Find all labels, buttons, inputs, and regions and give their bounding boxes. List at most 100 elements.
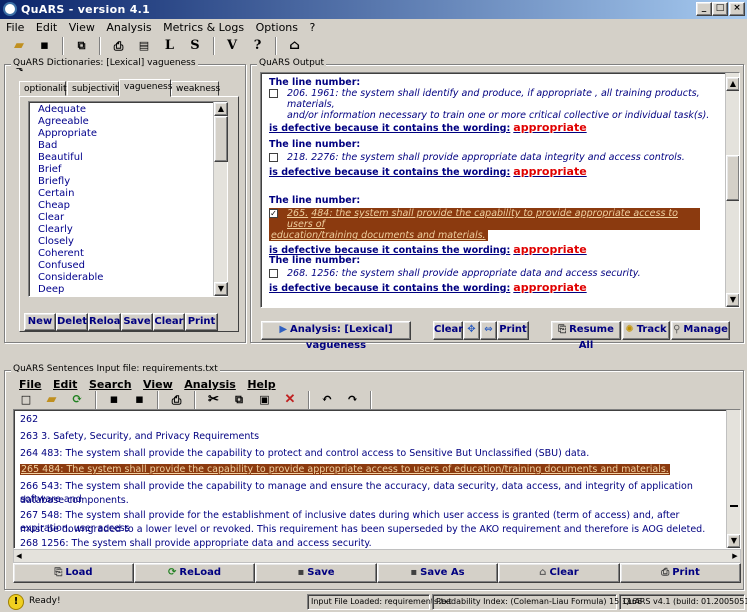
- defect-sentence[interactable]: ✓ 265. 484: the system shall provide the …: [269, 208, 700, 230]
- defect-sentence[interactable]: 218. 2276: the system shall provide appr…: [269, 152, 714, 163]
- view-button[interactable]: V: [221, 36, 243, 56]
- output-scrollbar[interactable]: ▲ ▼: [725, 73, 739, 307]
- output-clear-button[interactable]: Clear: [433, 321, 463, 340]
- tab-optionality[interactable]: optionality: [19, 81, 72, 96]
- dictionary-item[interactable]: Considerable: [29, 272, 213, 284]
- dictionary-item[interactable]: Confused: [29, 260, 213, 272]
- dictionary-item[interactable]: Deep: [29, 284, 213, 296]
- tab-vagueness[interactable]: vagueness: [119, 79, 172, 97]
- new-file-icon[interactable]: □: [15, 390, 37, 410]
- sentence-line[interactable]: database components.: [20, 494, 728, 507]
- sentences-menu-analysis[interactable]: Analysis: [180, 376, 240, 391]
- sentences-scrollbar[interactable]: ▼: [726, 410, 740, 548]
- sentence-line[interactable]: 268 1256: The system shall provide appro…: [20, 537, 728, 548]
- save-icon[interactable]: ▪: [34, 36, 56, 56]
- minimize-button[interactable]: _: [696, 2, 712, 16]
- help-button[interactable]: ?: [247, 36, 269, 56]
- dictionary-list[interactable]: Adequate Agreeable Appropriate Bad Beautiful…: [28, 101, 228, 297]
- reload-file-button[interactable]: ⟳ ReLoad: [134, 563, 255, 583]
- menu-analysis[interactable]: Analysis: [102, 19, 155, 34]
- reload-button[interactable]: Reload: [88, 313, 128, 331]
- horizontal-scrollbar[interactable]: ◀ ▶: [13, 549, 741, 563]
- output-print-button[interactable]: Print: [497, 321, 529, 340]
- save-as-button[interactable]: ▪ Save As: [377, 563, 498, 583]
- save-as-icon[interactable]: ▪: [129, 390, 151, 410]
- undo-icon[interactable]: ↶: [316, 390, 338, 410]
- entry-checkbox[interactable]: [269, 153, 278, 162]
- maximize-button[interactable]: □: [712, 2, 728, 16]
- defect-sentence[interactable]: 206. 1961: the system shall identify and…: [269, 88, 714, 110]
- print-dictionary-button[interactable]: Print: [185, 313, 218, 331]
- sentences-menu-edit[interactable]: Edit: [49, 376, 81, 391]
- delete-icon[interactable]: ✕: [279, 390, 301, 410]
- clear-dictionary-button[interactable]: Clear: [153, 313, 185, 331]
- print-file-button[interactable]: ⎙ Print: [620, 563, 741, 583]
- menu-metrics-logs[interactable]: Metrics & Logs: [159, 19, 248, 34]
- dictionary-item[interactable]: Adequate: [29, 104, 213, 116]
- sentences-menu-file[interactable]: File: [15, 376, 46, 391]
- tab-weakness[interactable]: weakness: [171, 81, 220, 96]
- print-icon[interactable]: ⎙: [108, 36, 130, 56]
- menu-options[interactable]: Options: [252, 19, 302, 34]
- line-icon[interactable]: ⇔: [480, 321, 497, 340]
- menu-file[interactable]: File: [2, 19, 28, 34]
- document-icon[interactable]: ▤: [133, 36, 155, 56]
- tab-subjectivity[interactable]: subjectivity: [67, 81, 124, 96]
- sentences-menu-help[interactable]: Help: [243, 376, 279, 391]
- lexical-button[interactable]: L: [159, 36, 181, 56]
- scroll-thumb[interactable]: [214, 116, 228, 162]
- arrows-icon[interactable]: ✥: [463, 321, 480, 340]
- sentences-menu-search[interactable]: Search: [85, 376, 136, 391]
- refresh-icon[interactable]: ⟳: [66, 390, 88, 410]
- load-button[interactable]: ⎘ Load: [13, 563, 134, 583]
- analysis-button[interactable]: ▶ Analysis: [Lexical] vagueness: [261, 321, 411, 351]
- dictionary-item[interactable]: Coherent: [29, 248, 213, 260]
- dictionary-item[interactable]: Beautiful: [29, 152, 213, 164]
- output-scroll-down-arrow-icon[interactable]: ▼: [726, 293, 739, 307]
- entry-checkbox[interactable]: [269, 89, 278, 98]
- sentences-scroll-down-arrow-icon[interactable]: ▼: [727, 534, 740, 548]
- sentences-menu-view[interactable]: View: [139, 376, 177, 391]
- save-dictionary-button[interactable]: Save: [121, 313, 153, 331]
- open-folder-icon[interactable]: ▰: [8, 36, 30, 56]
- output-scroll-thumb[interactable]: [726, 155, 739, 201]
- output-scroll-up-arrow-icon[interactable]: ▲: [726, 77, 739, 91]
- sentences-text-area[interactable]: 262 263 3. Safety, Security, and Privacy …: [13, 409, 741, 549]
- dictionary-item[interactable]: Clear: [29, 212, 213, 224]
- resume-all-button[interactable]: ⎘ Resume All: [551, 321, 621, 351]
- manage-button[interactable]: ⚲ Manage: [671, 321, 730, 340]
- menu-view[interactable]: View: [65, 19, 99, 34]
- dictionary-item[interactable]: Clearly: [29, 224, 213, 236]
- new-button[interactable]: New: [24, 313, 56, 331]
- dictionary-item[interactable]: Briefly: [29, 176, 213, 188]
- menu-edit[interactable]: Edit: [32, 19, 61, 34]
- sentences-print-icon[interactable]: ⎙: [166, 390, 188, 410]
- clear-file-button[interactable]: ⌂ Clear: [498, 563, 620, 583]
- scroll-left-arrow-icon[interactable]: ◀: [14, 550, 24, 562]
- entry-checkbox[interactable]: [269, 269, 278, 278]
- sentence-line[interactable]: must be downgraded to a lower level or r…: [20, 523, 728, 536]
- sentence-line[interactable]: 263 3. Safety, Security, and Privacy Req…: [20, 430, 728, 443]
- dictionary-item[interactable]: Cheap: [29, 200, 213, 212]
- copy-icon[interactable]: ⧉: [71, 36, 93, 56]
- defect-sentence[interactable]: 268. 1256: the system shall provide appr…: [269, 268, 714, 279]
- menu-help[interactable]: ?: [306, 19, 320, 34]
- redo-icon[interactable]: ↷: [342, 390, 364, 410]
- sentence-line[interactable]: 264 483: The system shall provide the ca…: [20, 447, 728, 460]
- track-button[interactable]: ✺ Track: [622, 321, 670, 340]
- cut-icon[interactable]: ✂: [203, 390, 225, 410]
- close-button[interactable]: ×: [729, 2, 745, 16]
- save-file-button[interactable]: ▪ Save: [255, 563, 377, 583]
- dictionary-item[interactable]: Bad: [29, 140, 213, 152]
- copy-text-icon[interactable]: ⧉: [228, 390, 250, 410]
- home-icon[interactable]: ⌂: [284, 36, 306, 56]
- sentence-line[interactable]: 265 484: The system shall provide the ca…: [20, 463, 728, 476]
- dictionary-item[interactable]: Agreeable: [29, 116, 213, 128]
- dictionary-item[interactable]: Certain: [29, 188, 213, 200]
- save-file-icon[interactable]: ▪: [103, 390, 125, 410]
- dictionary-scrollbar[interactable]: ▲ ▼: [213, 102, 228, 296]
- scroll-right-arrow-icon[interactable]: ▶: [730, 550, 740, 562]
- syntactic-button[interactable]: S: [184, 36, 206, 56]
- dictionary-item[interactable]: Closely: [29, 236, 213, 248]
- dictionary-item[interactable]: Appropriate: [29, 128, 213, 140]
